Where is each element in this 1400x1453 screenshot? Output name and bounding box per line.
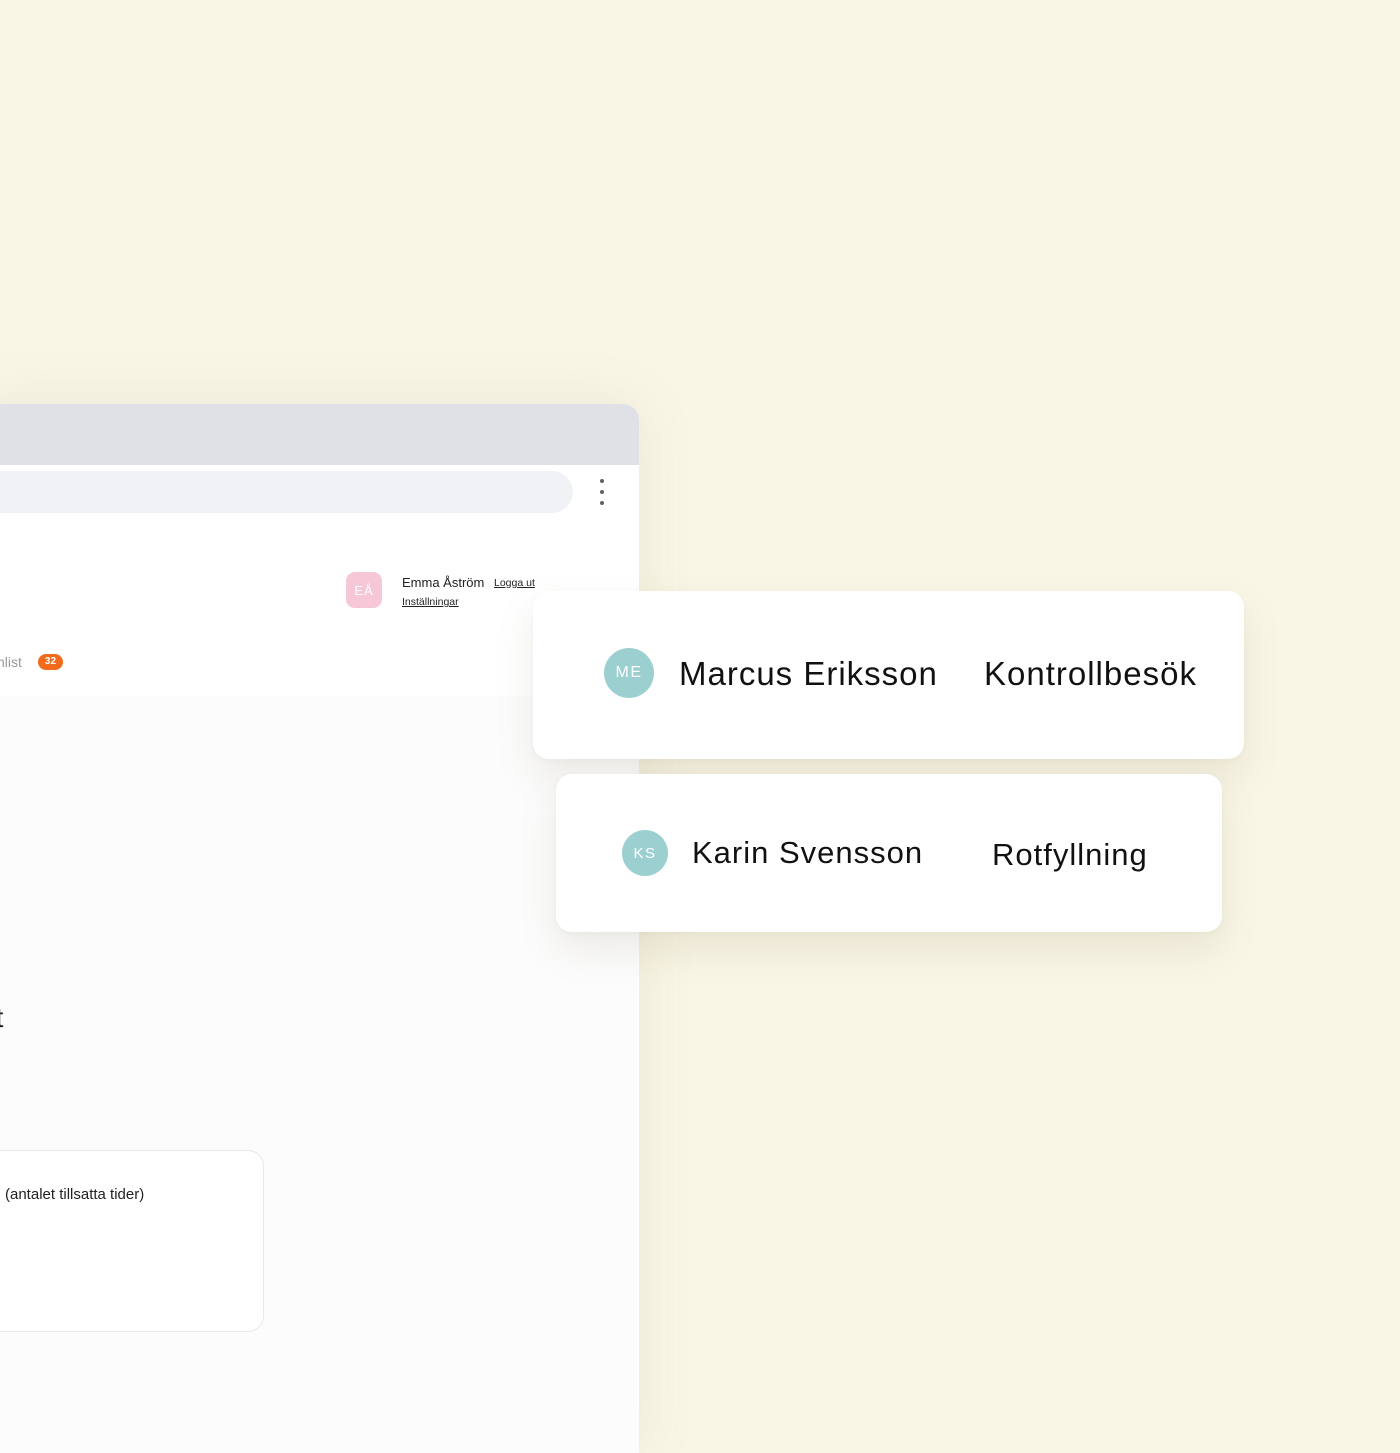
browser-window: t EÅ Emma Åström Logga ut Inställningar … xyxy=(0,404,639,1453)
settings-link[interactable]: Inställningar xyxy=(402,596,459,608)
avatar: KS xyxy=(622,830,668,876)
appointment-card[interactable]: KS Karin Svensson Rotfyllning xyxy=(556,774,1222,932)
user-name: Emma Åström xyxy=(402,575,485,590)
address-bar[interactable] xyxy=(0,471,573,513)
browser-toolbar xyxy=(0,465,639,519)
kebab-menu-icon[interactable] xyxy=(595,479,609,505)
treatment-type: Rotfyllning xyxy=(992,837,1148,872)
main-content: et (antalet tillsatta tider) xyxy=(0,696,639,1453)
stat-card-label: (antalet tillsatta tider) xyxy=(5,1186,145,1203)
nav-tab-list[interactable]: hlist 32 xyxy=(0,654,64,670)
page-heading: et xyxy=(0,1002,3,1034)
user-avatar[interactable]: EÅ xyxy=(346,572,382,608)
appointment-card[interactable]: ME Marcus Eriksson Kontrollbesök xyxy=(533,591,1244,759)
nav-tab-label: hlist xyxy=(0,654,22,670)
logout-link[interactable]: Logga ut xyxy=(494,577,535,589)
browser-titlebar xyxy=(0,404,639,465)
avatar: ME xyxy=(604,648,654,698)
patient-name: Karin Svensson xyxy=(692,835,924,870)
patient-name: Marcus Eriksson xyxy=(679,655,938,692)
count-badge: 32 xyxy=(37,654,64,670)
stat-card: (antalet tillsatta tider) xyxy=(0,1150,264,1332)
treatment-type: Kontrollbesök xyxy=(984,655,1197,692)
